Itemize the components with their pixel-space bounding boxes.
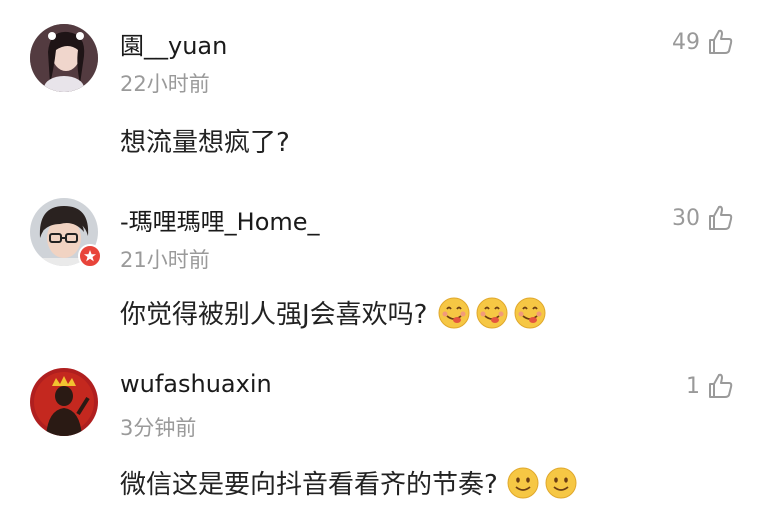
like-button[interactable]: 30 <box>672 204 734 232</box>
avatar[interactable] <box>30 368 98 436</box>
comment-text-body: 你觉得被别人强J会喜欢吗? <box>120 300 428 330</box>
smile-face-emoji-icon <box>506 466 540 500</box>
thumbs-up-icon[interactable] <box>706 28 734 56</box>
avatar-king-silhouette-icon <box>30 368 98 436</box>
like-count: 49 <box>672 29 700 55</box>
username[interactable]: -瑪哩瑪哩_Home_ <box>120 202 320 237</box>
like-count: 1 <box>686 373 700 399</box>
smile-face-emoji-icon <box>544 466 578 500</box>
timestamp: 3分钟前 <box>120 416 197 440</box>
username[interactable]: 園__yuan <box>120 26 227 61</box>
thumbs-up-icon[interactable] <box>706 204 734 232</box>
thumbs-up-icon[interactable] <box>706 372 734 400</box>
comment-item: 園__yuan 22小时前 想流量想疯了? 49 <box>0 0 768 170</box>
like-count: 30 <box>672 205 700 231</box>
like-button[interactable]: 1 <box>686 372 734 400</box>
comment-text-body: 微信这是要向抖音看看齐的节奏? <box>120 470 498 500</box>
timestamp: 22小时前 <box>120 72 210 96</box>
username[interactable]: wufashuaxin <box>120 370 272 398</box>
comment-text-body: 想流量想疯了? <box>120 128 290 158</box>
avatar[interactable] <box>30 24 98 92</box>
comment-text: 微信这是要向抖音看看齐的节奏? <box>120 464 578 501</box>
avatar-boy-glasses-photo-icon <box>30 198 98 266</box>
yum-face-emoji-icon <box>437 296 471 330</box>
avatar-girl-photo-icon <box>30 24 98 92</box>
avatar[interactable] <box>30 198 98 266</box>
like-button[interactable]: 49 <box>672 28 734 56</box>
yum-face-emoji-icon <box>513 296 547 330</box>
comment-text: 想流量想疯了? <box>120 122 290 159</box>
comment-text: 你觉得被别人强J会喜欢吗? <box>120 294 547 331</box>
yum-face-emoji-icon <box>475 296 509 330</box>
timestamp: 21小时前 <box>120 248 210 272</box>
